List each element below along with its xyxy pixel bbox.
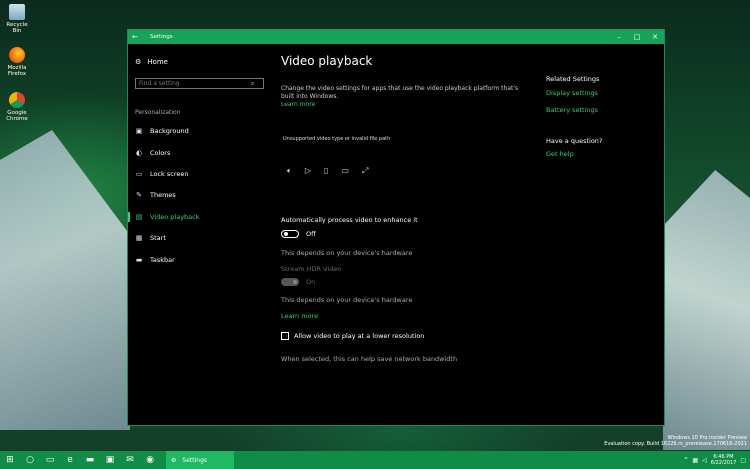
- sidebar-item-label: Lock screen: [150, 170, 189, 178]
- learn-more-link-2[interactable]: Learn more: [281, 312, 318, 320]
- page-title: Video playback: [281, 54, 373, 68]
- search-input[interactable]: [136, 79, 251, 88]
- desktop-icon-chrome[interactable]: Google Chrome: [4, 92, 30, 122]
- sidebar-item-taskbar[interactable]: ▬ Taskbar: [135, 256, 175, 264]
- sidebar-item-video-playback[interactable]: ▤ Video playback: [135, 213, 200, 221]
- sidebar-item-start[interactable]: ▦ Start: [135, 234, 166, 242]
- firefox-icon: [9, 47, 25, 63]
- question-heading: Have a question?: [546, 137, 603, 145]
- sidebar-item-label: Background: [150, 127, 189, 135]
- main-content: Video playback Change the video settings…: [281, 44, 531, 425]
- build-watermark: Windows 10 Pro Insider Preview Evaluatio…: [604, 435, 747, 447]
- hdr-title: Stream HDR Video: [281, 265, 342, 273]
- clock[interactable]: 6:46 PM 6/22/2017: [711, 454, 737, 466]
- system-tray: ^ ▦ ◁ 6:46 PM 6/22/2017 ▢: [683, 451, 746, 469]
- settings-window: ← Settings – □ ✕ ⚙ Home ⌕ Personalizatio…: [127, 29, 665, 426]
- learn-more-link[interactable]: Learn more: [281, 101, 315, 108]
- hdr-toggle[interactable]: [281, 278, 299, 286]
- snowy-hill-right: [663, 170, 750, 450]
- mail-icon[interactable]: ✉: [120, 451, 140, 469]
- title-bar: ← Settings – □ ✕: [128, 30, 664, 44]
- notification-icon[interactable]: ▢: [740, 457, 746, 464]
- auto-process-toggle[interactable]: [281, 230, 299, 238]
- aspect-ratio-icon[interactable]: ▯: [324, 166, 328, 176]
- taskbar-icon: ▬: [135, 256, 143, 264]
- get-help-link[interactable]: Get help: [546, 150, 574, 158]
- auto-process-title: Automatically process video to enhance i…: [281, 216, 418, 224]
- snowy-hill-left: [0, 130, 130, 430]
- video-error-message: Unsupported video type or invalid file p…: [283, 136, 391, 142]
- store-icon[interactable]: ▣: [100, 451, 120, 469]
- gear-icon: ⚙: [171, 456, 177, 464]
- window-title: Settings: [150, 34, 173, 40]
- active-indicator: [128, 212, 130, 222]
- hardware-note-2: This depends on your device's hardware: [281, 296, 413, 304]
- recycle-bin-icon: [9, 4, 25, 20]
- sidebar-item-label: Themes: [150, 191, 176, 199]
- low-res-note: When selected, this can help save networ…: [281, 355, 458, 363]
- battery-settings-link[interactable]: Battery settings: [546, 106, 598, 114]
- home-link[interactable]: ⚙ Home: [135, 58, 168, 66]
- minimize-icon[interactable]: –: [610, 33, 628, 41]
- related-heading: Related Settings: [546, 75, 600, 83]
- search-icon[interactable]: ○: [20, 451, 40, 469]
- file-explorer-icon[interactable]: ▬: [80, 451, 100, 469]
- network-icon[interactable]: ▦: [692, 457, 698, 464]
- desktop-icon-label: Google Chrome: [6, 110, 28, 122]
- video-icon: ▤: [135, 213, 143, 221]
- sidebar-item-colors[interactable]: ◐ Colors: [135, 149, 170, 157]
- sidebar-item-themes[interactable]: ✎ Themes: [135, 191, 176, 199]
- home-label: Home: [147, 58, 168, 66]
- search-box[interactable]: ⌕: [135, 78, 264, 89]
- desktop-icon-label: Recycle Bin: [6, 22, 28, 34]
- taskbar: ⊞ ○ ▭ e ▬ ▣ ✉ ◉ ⚙ Settings ^ ▦ ◁ 6:46 PM…: [0, 451, 750, 469]
- start-button-icon[interactable]: ⊞: [0, 451, 20, 469]
- video-controls: 🔈︎ ▷ ▯ ▭ ⤢: [287, 166, 368, 176]
- start-icon: ▦: [135, 234, 143, 242]
- close-icon[interactable]: ✕: [646, 33, 664, 41]
- hdr-state: On: [306, 278, 316, 286]
- description-text: Change the video settings for apps that …: [281, 85, 519, 100]
- firefox-icon[interactable]: ◉: [140, 451, 160, 469]
- picture-icon: ▣: [135, 127, 143, 135]
- display-settings-link[interactable]: Display settings: [546, 89, 598, 97]
- sidebar: ⚙ Home ⌕ Personalization ▣ Background ◐ …: [128, 44, 278, 425]
- taskbar-settings-app[interactable]: ⚙ Settings: [166, 451, 234, 469]
- sidebar-item-label: Taskbar: [150, 256, 175, 264]
- back-arrow-icon[interactable]: ←: [128, 33, 142, 41]
- volume-icon[interactable]: 🔈︎: [287, 166, 292, 176]
- palette-icon: ◐: [135, 149, 143, 157]
- play-icon[interactable]: ▷: [305, 166, 311, 176]
- cast-icon[interactable]: ▭: [341, 166, 349, 176]
- desktop-icon-firefox[interactable]: Mozilla Firefox: [4, 47, 30, 77]
- desktop-icon-label: Mozilla Firefox: [7, 65, 27, 77]
- sidebar-item-label: Colors: [150, 149, 171, 157]
- taskbar-app-label: Settings: [182, 456, 207, 464]
- chevron-up-icon[interactable]: ^: [683, 457, 688, 464]
- volume-icon[interactable]: ◁: [702, 457, 707, 464]
- fullscreen-icon[interactable]: ⤢: [362, 166, 368, 176]
- chrome-icon: [9, 92, 25, 108]
- low-res-checkbox[interactable]: [281, 332, 289, 340]
- sidebar-item-label: Video playback: [150, 213, 200, 221]
- brush-icon: ✎: [136, 191, 142, 199]
- search-icon[interactable]: ⌕: [251, 80, 254, 88]
- maximize-icon[interactable]: □: [628, 33, 646, 41]
- gear-icon: ⚙: [135, 58, 142, 66]
- clock-date: 6/22/2017: [710, 460, 737, 466]
- desktop-icon-recycle-bin[interactable]: Recycle Bin: [4, 4, 30, 34]
- page-description: Change the video settings for apps that …: [281, 85, 521, 109]
- auto-process-state: Off: [306, 230, 316, 238]
- low-res-label[interactable]: Allow video to play at a lower resolutio…: [294, 332, 424, 340]
- edge-icon[interactable]: e: [60, 451, 80, 469]
- sidebar-item-label: Start: [150, 234, 166, 242]
- task-view-icon[interactable]: ▭: [40, 451, 60, 469]
- section-label: Personalization: [135, 109, 181, 116]
- watermark-line: Evaluation copy. Build 16226.rs_prerelea…: [604, 441, 747, 447]
- lock-screen-icon: ▭: [135, 170, 143, 178]
- sidebar-item-background[interactable]: ▣ Background: [135, 127, 189, 135]
- hardware-note: This depends on your device's hardware: [281, 249, 413, 257]
- sidebar-item-lock-screen[interactable]: ▭ Lock screen: [135, 170, 189, 178]
